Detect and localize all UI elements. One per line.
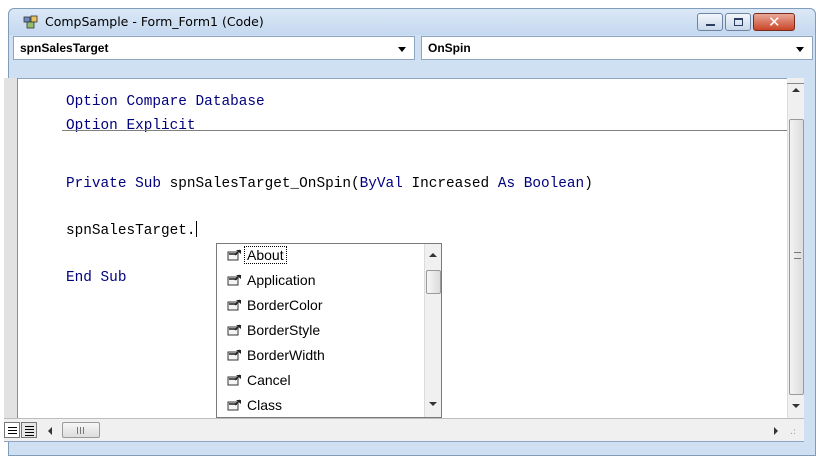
object-dropdown-value: spnSalesTarget [20, 41, 109, 55]
intellisense-scrollbar[interactable] [424, 244, 441, 417]
code-line-5: End Sub [66, 270, 127, 286]
list-item[interactable]: Class [217, 394, 425, 419]
split-handle[interactable] [787, 78, 804, 84]
code-line-3: Private Sub spnSalesTarget_OnSpin(ByVal … [66, 176, 593, 192]
full-module-view-button[interactable] [21, 422, 37, 438]
scroll-thumb[interactable] [789, 119, 804, 395]
vba-project-icon [23, 15, 38, 29]
vertical-scrollbar[interactable] [787, 78, 804, 418]
code-line-1: Option Compare Database [66, 94, 265, 110]
chevron-down-icon[interactable] [796, 47, 804, 52]
property-icon [227, 349, 241, 361]
property-icon [227, 324, 241, 336]
text-caret [195, 221, 197, 237]
margin-indicator-bar[interactable] [4, 78, 18, 418]
close-icon: ✕ [768, 13, 781, 31]
chevron-down-icon[interactable] [398, 47, 406, 52]
scroll-up-icon[interactable] [429, 253, 437, 257]
procedure-dropdown-value: OnSpin [428, 41, 471, 55]
title-bar[interactable]: CompSample - Form_Form1 (Code) ✕ [9, 9, 815, 35]
property-icon [227, 249, 241, 261]
scroll-right-icon[interactable] [774, 427, 778, 435]
property-icon [227, 274, 241, 286]
maximize-icon [734, 18, 743, 26]
scroll-left-icon[interactable] [48, 427, 52, 435]
list-item[interactable]: BorderWidth [217, 344, 425, 369]
property-icon [227, 374, 241, 386]
property-icon [227, 299, 241, 311]
scroll-down-icon[interactable] [792, 404, 800, 408]
size-grip-icon[interactable]: .: [790, 427, 796, 437]
member-list: About Application BorderColor BorderStyl… [217, 244, 425, 417]
grip-icon [794, 252, 801, 259]
procedure-dropdown[interactable]: OnSpin [421, 36, 813, 60]
procedure-separator [62, 130, 788, 131]
list-item[interactable]: BorderColor [217, 294, 425, 319]
code-line-4: spnSalesTarget. [66, 221, 197, 239]
list-item[interactable]: About [217, 244, 425, 269]
scroll-down-icon[interactable] [429, 402, 437, 406]
horizontal-scroll-thumb[interactable] [62, 422, 100, 438]
minimize-button[interactable] [697, 13, 723, 31]
maximize-button[interactable] [725, 13, 751, 31]
scroll-up-icon[interactable] [792, 88, 800, 92]
list-item[interactable]: BorderStyle [217, 319, 425, 344]
minimize-icon [706, 24, 715, 26]
list-item[interactable]: Application [217, 269, 425, 294]
list-item[interactable]: Cancel [217, 369, 425, 394]
horizontal-scrollbar-bar: .: [4, 418, 804, 441]
scroll-thumb[interactable] [426, 270, 441, 294]
close-button[interactable]: ✕ [753, 13, 795, 31]
intellisense-list[interactable]: About Application BorderColor BorderStyl… [216, 243, 442, 418]
code-line-2: Option Explicit [66, 118, 196, 134]
window-title: CompSample - Form_Form1 (Code) [45, 14, 264, 29]
procedure-view-button[interactable] [4, 422, 20, 438]
property-icon [227, 399, 241, 411]
object-dropdown[interactable]: spnSalesTarget [13, 36, 415, 60]
